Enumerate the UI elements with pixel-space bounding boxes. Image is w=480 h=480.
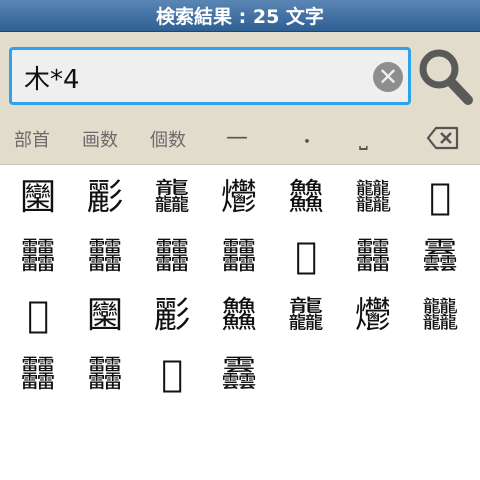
clear-search-button[interactable]: ✕ <box>373 62 403 92</box>
result-kanji-cell[interactable]: 䨻 <box>79 229 131 285</box>
backspace-icon <box>426 126 459 150</box>
result-kanji-cell[interactable]: 䨺 <box>414 229 466 285</box>
result-kanji-cell[interactable]: 䨻 <box>146 229 198 285</box>
result-kanji-cell[interactable]: 䨻 <box>79 347 131 403</box>
result-kanji-cell[interactable]: 龘 <box>280 288 332 344</box>
dot-button[interactable]: ・ <box>298 128 316 154</box>
result-kanji-cell[interactable]: 䨻 <box>12 229 64 285</box>
result-kanji-cell[interactable]: 𪚥 <box>347 170 399 226</box>
backspace-button[interactable] <box>426 126 460 154</box>
title-bar: 検索結果 : 25 文字 <box>0 0 480 32</box>
result-kanji-cell[interactable]: 𪛉 <box>280 229 332 285</box>
result-kanji-cell[interactable]: 䲜 <box>213 288 265 344</box>
component-count-button[interactable]: 個数 <box>150 126 186 152</box>
filter-toolbar: 部首 画数 個数 — ・ ⎵ <box>0 114 480 165</box>
search-icon <box>419 49 473 105</box>
result-kanji-cell[interactable]: 䨺 <box>213 347 265 403</box>
results-title: 検索結果 : 25 文字 <box>156 6 324 28</box>
space-button[interactable]: ⎵ <box>359 126 368 151</box>
result-kanji-cell[interactable]: 彲 <box>79 170 131 226</box>
radical-button[interactable]: 部首 <box>14 126 50 152</box>
result-kanji-cell[interactable]: 𪚥 <box>414 288 466 344</box>
result-kanji-cell[interactable]: 圞 <box>79 288 131 344</box>
result-kanji-cell[interactable]: 彲 <box>146 288 198 344</box>
result-kanji-cell[interactable]: 𠁢 <box>12 288 64 344</box>
dash-button[interactable]: — <box>226 125 248 150</box>
search-query-text: 木*4 <box>24 65 80 95</box>
result-kanji-cell[interactable]: 䨻 <box>347 229 399 285</box>
result-kanji-cell[interactable]: 𪛉 <box>146 347 198 403</box>
result-kanji-cell[interactable]: 爩 <box>347 288 399 344</box>
result-kanji-cell[interactable]: 䨻 <box>213 229 265 285</box>
close-icon: ✕ <box>377 63 399 91</box>
result-kanji-cell[interactable]: 龘 <box>146 170 198 226</box>
stroke-count-button[interactable]: 画数 <box>82 126 118 152</box>
search-button[interactable] <box>416 46 474 106</box>
result-kanji-cell[interactable]: 𠁢 <box>414 170 466 226</box>
result-kanji-cell[interactable]: 圞 <box>12 170 64 226</box>
result-kanji-cell[interactable]: 爩 <box>213 170 265 226</box>
result-kanji-cell[interactable]: 䨻 <box>12 347 64 403</box>
search-bar: 木*4 ✕ <box>0 32 480 114</box>
search-input[interactable]: 木*4 ✕ <box>9 47 411 105</box>
result-kanji-cell[interactable]: 䲜 <box>280 170 332 226</box>
